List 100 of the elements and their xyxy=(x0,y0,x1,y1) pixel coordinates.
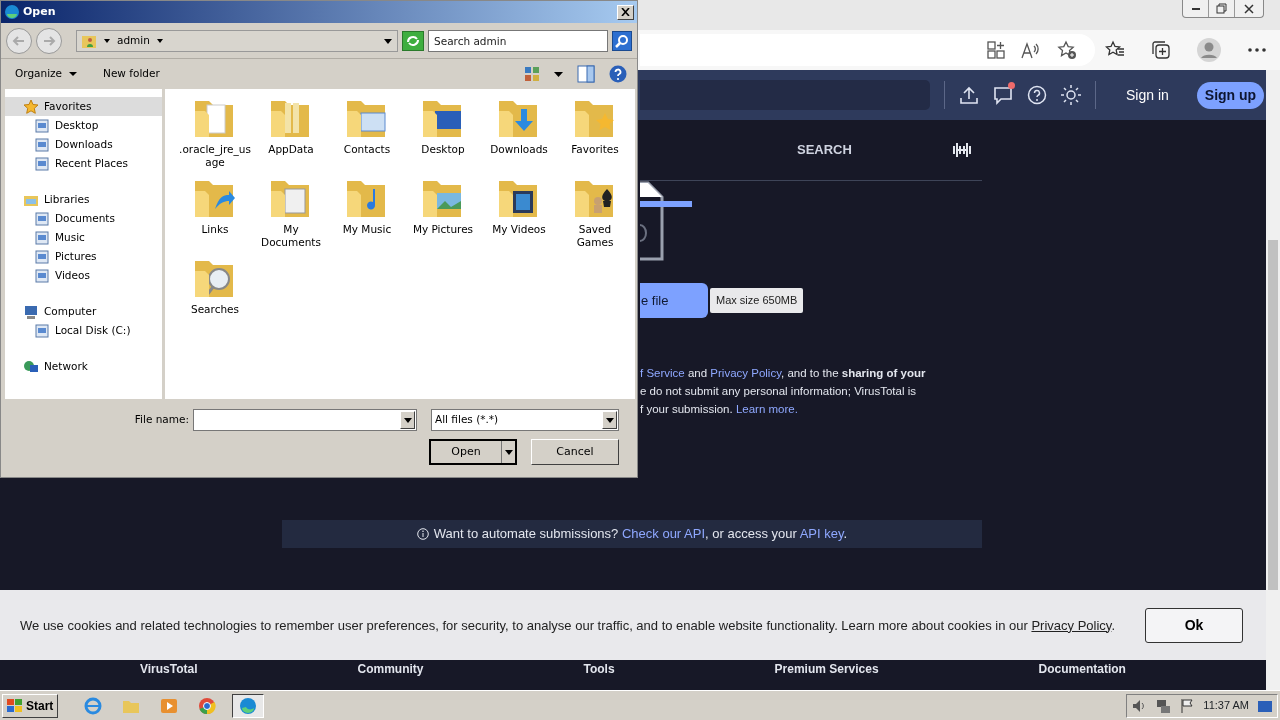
collections-icon xyxy=(1151,40,1171,60)
info-icon xyxy=(416,528,429,540)
upload-icon xyxy=(959,85,979,105)
close-icon xyxy=(621,8,630,16)
choose-file-button[interactable]: e file xyxy=(640,283,708,318)
caret-icon xyxy=(103,36,111,45)
file-type-dropdown[interactable]: All files (*.*) xyxy=(431,409,619,431)
caret-button[interactable] xyxy=(554,71,563,77)
terms-link[interactable]: f Service xyxy=(640,367,685,379)
nav-icon xyxy=(34,267,50,284)
folder-item[interactable]: Downloads xyxy=(481,95,557,175)
more-button[interactable] xyxy=(1247,47,1267,53)
nav-item[interactable]: Local Disk (C:) xyxy=(5,321,162,340)
breadcrumb-item[interactable]: admin xyxy=(117,32,150,49)
minimize-icon xyxy=(1191,7,1200,10)
tooltip: Max size 650MB xyxy=(710,288,804,313)
folder-item[interactable]: My Music xyxy=(329,175,405,255)
folder-item[interactable]: My Pictures xyxy=(405,175,481,255)
help-icon xyxy=(609,65,627,83)
cookie-text: We use cookies and related technologies to remember user preferences, for security, to analyse our traffic, and to enable website functionality. Learn more about cookies in our Privacy Policy. xyxy=(20,616,1115,635)
api-link[interactable]: Check our API xyxy=(621,526,706,542)
folder-item[interactable]: .oracle_jre_usage xyxy=(177,95,253,175)
collections-button[interactable] xyxy=(1151,40,1171,60)
edge-icon xyxy=(239,696,258,715)
help-button[interactable] xyxy=(1027,85,1047,105)
taskbar-button[interactable] xyxy=(232,693,265,718)
folder-item[interactable]: AppData xyxy=(253,95,329,175)
start-button[interactable]: Start xyxy=(2,693,59,718)
search-field[interactable]: Search admin xyxy=(428,29,608,52)
ie-icon xyxy=(84,696,103,715)
chat-icon xyxy=(993,85,1013,105)
chat-button[interactable] xyxy=(993,85,1013,105)
nav-item[interactable]: Network xyxy=(5,357,162,376)
nav-icon xyxy=(34,136,50,153)
flag-icon xyxy=(1179,697,1196,714)
nav-item[interactable]: Favorites xyxy=(5,97,162,116)
windows-logo-icon xyxy=(7,698,23,713)
preview-pane-icon xyxy=(577,65,595,83)
address-bar[interactable]: admin xyxy=(76,29,398,52)
chrome-icon xyxy=(198,696,217,715)
scrollbar[interactable] xyxy=(1266,70,1280,690)
nav-icon xyxy=(23,358,39,375)
nav-item[interactable]: Downloads xyxy=(5,135,162,154)
ok-button[interactable]: Ok xyxy=(1145,607,1243,643)
grid-button[interactable] xyxy=(987,41,1005,59)
nav-icon xyxy=(34,117,50,134)
sun-button[interactable] xyxy=(1061,85,1081,105)
window-title: Open xyxy=(23,3,57,20)
tab[interactable]: SEARCH xyxy=(797,140,852,160)
folder-item[interactable]: My Documents xyxy=(253,175,329,255)
address-bar[interactable] xyxy=(640,34,1095,66)
file-name-field[interactable] xyxy=(193,409,417,431)
read-aloud-button[interactable] xyxy=(1021,41,1041,59)
nav-item[interactable]: Recent Places xyxy=(5,154,162,173)
folder-item[interactable]: Desktop xyxy=(405,95,481,175)
folder-item[interactable]: Contacts xyxy=(329,95,405,175)
refresh-button[interactable] xyxy=(402,30,424,51)
nav-item[interactable]: Documents xyxy=(5,209,162,228)
nav-item[interactable]: Music xyxy=(5,228,162,247)
nav-icon xyxy=(34,322,50,339)
open-button[interactable]: Open xyxy=(429,439,517,465)
refresh-icon xyxy=(405,33,421,48)
sign-in-link[interactable]: Sign in xyxy=(1120,84,1175,106)
footer-heading: VirusTotal xyxy=(140,661,198,678)
nav-item[interactable]: Pictures xyxy=(5,247,162,266)
footer-heading: Documentation xyxy=(1038,661,1126,678)
folder-item[interactable]: Favorites xyxy=(557,95,633,175)
sign-up-button[interactable]: Sign up xyxy=(1196,81,1265,109)
folder-item[interactable]: Searches xyxy=(177,255,253,335)
nav-icon xyxy=(34,229,50,246)
network-icon xyxy=(1155,697,1172,714)
api-link[interactable]: API key xyxy=(799,526,844,542)
folder-item[interactable]: My Videos xyxy=(481,175,557,255)
cancel-button[interactable]: Cancel xyxy=(531,439,619,465)
upload-button[interactable] xyxy=(959,85,979,105)
preview-pane-button[interactable] xyxy=(577,65,595,83)
view-grid-icon xyxy=(524,66,540,82)
star-plus-icon xyxy=(1057,40,1077,60)
restore-icon xyxy=(1216,3,1227,14)
new-folder-button[interactable]: New folder xyxy=(99,64,164,84)
search-button[interactable] xyxy=(612,30,632,51)
avatar-button[interactable] xyxy=(1197,38,1221,62)
nav-item[interactable]: Computer xyxy=(5,302,162,321)
organize-menu[interactable]: Organize xyxy=(11,64,82,84)
nav-item[interactable]: Libraries xyxy=(5,190,162,209)
folder-item[interactable]: Saved Games xyxy=(557,175,633,255)
help-icon xyxy=(1027,85,1047,105)
help-button[interactable] xyxy=(609,65,627,83)
star-plus-button[interactable] xyxy=(1057,40,1077,60)
bracket-icon xyxy=(951,141,972,159)
dropdown-caret-icon xyxy=(605,417,614,423)
caret-icon xyxy=(155,36,164,45)
terms-link[interactable]: Learn more. xyxy=(735,403,798,415)
close-button[interactable] xyxy=(617,4,634,20)
close-icon xyxy=(1244,3,1254,14)
nav-item[interactable]: Desktop xyxy=(5,116,162,135)
folder-item[interactable]: Links xyxy=(177,175,253,255)
tab[interactable] xyxy=(951,141,972,159)
view-grid-button[interactable] xyxy=(524,66,540,82)
nav-item[interactable]: Videos xyxy=(5,266,162,285)
